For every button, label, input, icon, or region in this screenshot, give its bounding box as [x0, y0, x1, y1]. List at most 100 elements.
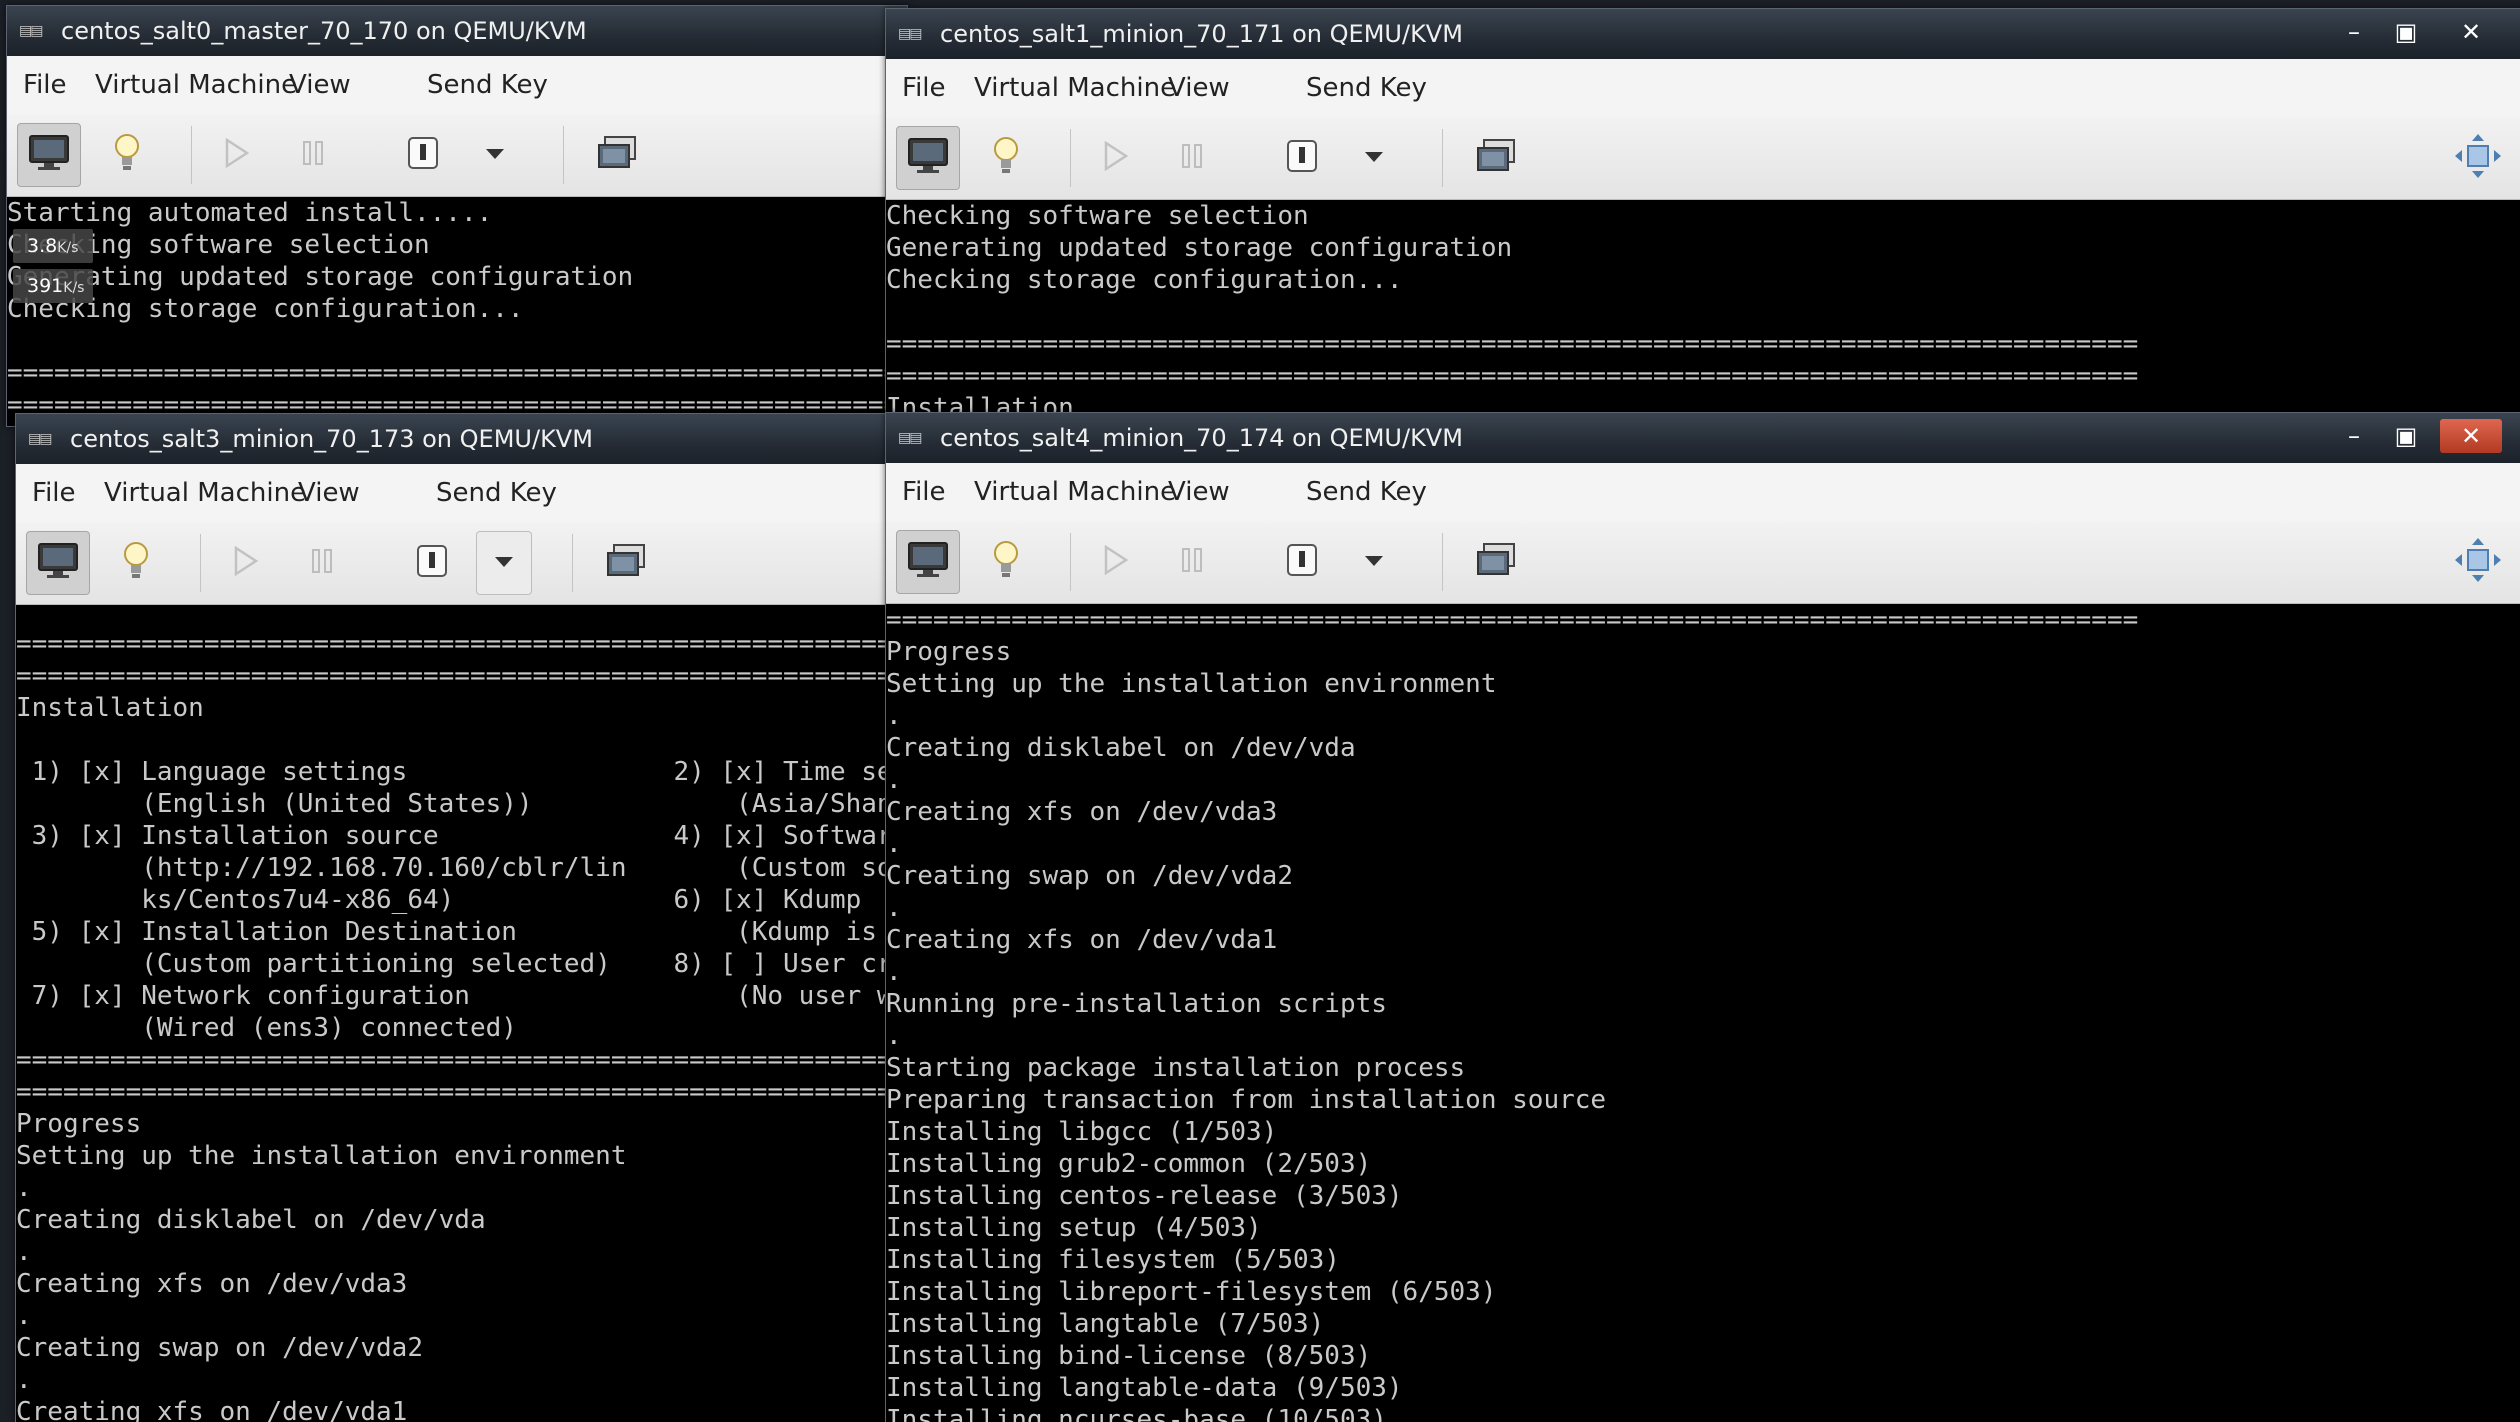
menu-view[interactable]: View	[289, 56, 351, 114]
lightbulb-icon	[112, 131, 142, 179]
minimize-button[interactable]: –	[2332, 419, 2376, 453]
power-icon	[415, 543, 449, 583]
details-button[interactable]	[974, 126, 1038, 190]
title-bar[interactable]: ▤▤ centos_salt4_minion_70_174 on QEMU/KVM…	[886, 413, 2520, 463]
shutdown-button[interactable]	[1270, 530, 1334, 594]
pause-button[interactable]	[290, 531, 354, 595]
menu-file[interactable]: File	[32, 464, 76, 522]
menu-view[interactable]: View	[298, 464, 360, 522]
vm-console[interactable]: ========================================…	[886, 604, 2520, 1422]
console-line: Creating swap on /dev/vda2	[16, 1333, 423, 1363]
menu-view[interactable]: View	[1168, 59, 1230, 117]
pause-icon	[308, 546, 336, 580]
menu-bar: File Virtual Machine View Send Key	[16, 464, 896, 523]
snapshot-icon	[604, 541, 648, 585]
console-button[interactable]	[26, 531, 90, 595]
console-button[interactable]	[896, 126, 960, 190]
pause-icon	[299, 138, 327, 172]
menu-file[interactable]: File	[23, 56, 67, 114]
fullscreen-icon	[2454, 133, 2502, 183]
menu-send-key[interactable]: Send Key	[427, 56, 548, 114]
menu-send-key[interactable]: Send Key	[1306, 59, 1427, 117]
console-button[interactable]	[17, 123, 81, 187]
details-button[interactable]	[104, 531, 168, 595]
pause-icon	[1178, 545, 1206, 579]
shutdown-menu-button[interactable]	[467, 123, 523, 187]
vm-window-w0[interactable]: ▤▤ centos_salt0_master_70_170 on QEMU/KVM…	[6, 5, 908, 427]
console-line: .	[16, 1237, 32, 1267]
console-line: .	[16, 1365, 32, 1395]
menu-view[interactable]: View	[1168, 463, 1230, 521]
console-button[interactable]	[896, 530, 960, 594]
menu-send-key[interactable]: Send Key	[436, 464, 557, 522]
details-button[interactable]	[95, 123, 159, 187]
console-line: Installing libreport-filesystem (6/503)	[886, 1277, 1497, 1307]
maximize-button[interactable]: ▣	[2384, 15, 2428, 49]
run-button[interactable]	[1084, 126, 1148, 190]
upload-speed-unit: K/s	[57, 240, 79, 256]
power-icon	[1285, 138, 1319, 178]
snapshots-button[interactable]	[585, 123, 649, 187]
shutdown-menu-button[interactable]	[1346, 530, 1402, 594]
vm-console[interactable]: ========================================…	[16, 605, 896, 1422]
shutdown-menu-button[interactable]	[476, 531, 532, 595]
title-bar[interactable]: ▤▤ centos_salt0_master_70_170 on QEMU/KVM	[7, 6, 907, 56]
run-button[interactable]	[1084, 530, 1148, 594]
run-button[interactable]	[205, 123, 269, 187]
shutdown-button[interactable]	[391, 123, 455, 187]
pause-button[interactable]	[1160, 126, 1224, 190]
vm-app-icon: ▤▤	[19, 23, 43, 39]
console-line: .	[886, 701, 902, 731]
menu-virtual-machine[interactable]: Virtual Machine	[95, 56, 297, 114]
vm-window-w4[interactable]: ▤▤ centos_salt4_minion_70_174 on QEMU/KVM…	[885, 412, 2520, 1422]
console-line: ========================================…	[16, 629, 896, 659]
snapshots-button[interactable]	[594, 531, 658, 595]
lightbulb-icon	[121, 539, 151, 587]
title-bar[interactable]: ▤▤ centos_salt1_minion_70_171 on QEMU/KVM…	[886, 9, 2520, 59]
menu-send-key[interactable]: Send Key	[1306, 463, 1427, 521]
details-button[interactable]	[974, 530, 1038, 594]
vm-console[interactable]: Starting automated install..... Checking …	[7, 197, 907, 426]
pause-button[interactable]	[1160, 530, 1224, 594]
console-line: .	[886, 1021, 902, 1051]
vm-window-w3[interactable]: ▤▤ centos_salt3_minion_70_173 on QEMU/KVM…	[15, 413, 897, 1422]
shutdown-button[interactable]	[1270, 126, 1334, 190]
console-line: 1) [x] Language settings 2) [x] Time set…	[16, 757, 896, 787]
toolbar-separator	[1070, 533, 1071, 591]
menu-virtual-machine[interactable]: Virtual Machine	[974, 463, 1176, 521]
snapshots-button[interactable]	[1464, 126, 1528, 190]
vm-window-w1[interactable]: ▤▤ centos_salt1_minion_70_171 on QEMU/KVM…	[885, 8, 2520, 430]
chevron-down-icon	[484, 146, 506, 165]
window-title: centos_salt0_master_70_170 on QEMU/KVM	[61, 17, 587, 45]
shutdown-button[interactable]	[400, 531, 464, 595]
console-line: Progress	[16, 1109, 142, 1139]
maximize-button[interactable]: ▣	[2384, 419, 2428, 453]
minimize-button[interactable]: –	[2332, 15, 2376, 49]
snapshot-icon	[1474, 136, 1518, 180]
menu-file[interactable]: File	[902, 59, 946, 117]
toolbar-separator	[1442, 533, 1443, 591]
menu-virtual-machine[interactable]: Virtual Machine	[974, 59, 1176, 117]
window-title: centos_salt1_minion_70_171 on QEMU/KVM	[940, 20, 1463, 48]
vm-console[interactable]: Checking software selection Generating up…	[886, 200, 2520, 429]
console-line: .	[886, 829, 902, 859]
power-icon	[1285, 542, 1319, 582]
fullscreen-icon	[2454, 537, 2502, 587]
title-bar[interactable]: ▤▤ centos_salt3_minion_70_173 on QEMU/KVM	[16, 414, 896, 464]
menu-file[interactable]: File	[902, 463, 946, 521]
close-button[interactable]: ✕	[2440, 419, 2502, 453]
fullscreen-button[interactable]	[2446, 530, 2510, 594]
download-speed-unit: K/s	[63, 280, 85, 296]
console-line: .	[886, 893, 902, 923]
run-button[interactable]	[214, 531, 278, 595]
vm-app-icon: ▤▤	[898, 430, 922, 446]
play-icon	[232, 545, 260, 581]
shutdown-menu-button[interactable]	[1346, 126, 1402, 190]
pause-button[interactable]	[281, 123, 345, 187]
snapshots-button[interactable]	[1464, 530, 1528, 594]
menu-virtual-machine[interactable]: Virtual Machine	[104, 464, 306, 522]
close-button[interactable]: ✕	[2440, 15, 2502, 49]
fullscreen-button[interactable]	[2446, 126, 2510, 190]
console-line: Checking storage configuration...	[886, 265, 1403, 295]
console-line: Generating updated storage configuration	[7, 262, 634, 292]
